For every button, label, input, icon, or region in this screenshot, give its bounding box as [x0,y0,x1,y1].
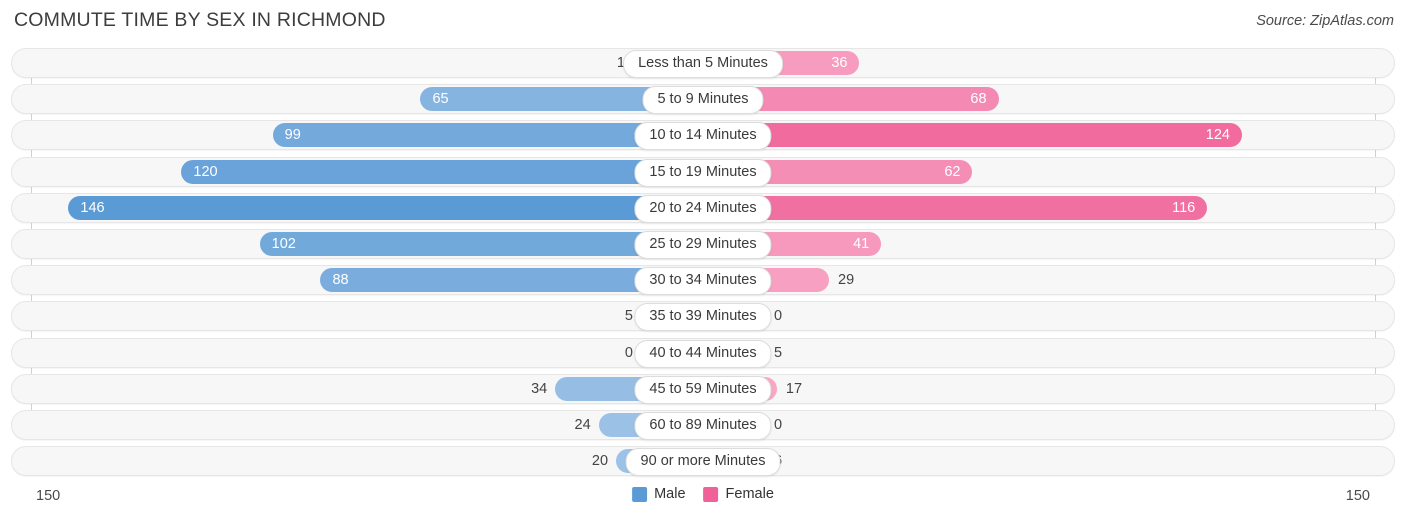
value-label-male: 24 [574,417,591,433]
category-label: 5 to 9 Minutes [642,86,764,115]
bar-female[interactable] [703,195,1208,220]
value-label-male: 102 [271,236,296,252]
value-label-male: 120 [193,163,218,180]
page-title: COMMUTE TIME BY SEX IN RICHMOND [14,9,386,31]
category-label: 90 or more Minutes [625,448,781,477]
value-label-female: 17 [785,380,803,397]
value-label-male: 65 [432,91,449,108]
bar-female[interactable] [703,123,1242,148]
chart-footer: 150 150 Male Female [0,484,1406,523]
value-label-female: 62 [944,163,961,180]
source-label: Source: ZipAtlas.com [1256,13,1394,29]
value-label-male: 20 [591,453,609,470]
legend-swatch-icon [632,486,648,502]
table-row: 5 0 35 to 39 Minutes [11,301,1395,332]
value-label-female: 116 [1172,199,1196,216]
value-label-female: 29 [838,272,855,289]
category-label: 35 to 39 Minutes [634,303,772,332]
category-label: 15 to 19 Minutes [634,158,772,187]
table-row: 146 116 20 to 24 Minutes [11,192,1395,223]
table-row: 99 124 10 to 14 Minutes [11,120,1395,151]
value-label-male: 0 [624,344,633,361]
category-label: 30 to 34 Minutes [634,267,772,296]
value-label-female: 0 [774,417,783,433]
legend-swatch-icon [703,486,719,502]
value-label-female: 36 [831,55,848,71]
plot-area: 1236Less than 5 Minutes65685 to 9 Minute… [0,48,1406,488]
category-label: 45 to 59 Minutes [634,375,772,404]
axis-tick-left: 150 [36,488,61,504]
category-label: 40 to 44 Minutes [634,339,772,368]
table-row: 88 29 30 to 34 Minutes [11,265,1395,296]
value-label-male: 88 [332,272,349,289]
table-row: 20690 or more Minutes [11,446,1395,477]
category-label: 20 to 24 Minutes [634,194,772,223]
chart-page: COMMUTE TIME BY SEX IN RICHMOND Source: … [0,0,1406,523]
bar-male[interactable] [181,159,703,184]
table-row: 1236Less than 5 Minutes [11,48,1395,78]
value-label-female: 41 [853,236,870,252]
legend-item[interactable]: Female [703,486,774,502]
legend-label: Male [654,486,686,502]
value-label-male: 99 [284,127,301,144]
axis-tick-right: 150 [1345,488,1370,504]
category-label: 10 to 14 Minutes [634,122,772,151]
legend: Male Female [632,486,774,502]
table-row: 65 68 5 to 9 Minutes [11,84,1395,115]
category-label: 25 to 29 Minutes [634,231,772,259]
table-row: 24 0 60 to 89 Minutes [11,410,1395,440]
legend-item[interactable]: Male [632,486,686,502]
value-label-male: 146 [80,199,105,216]
legend-label: Female [725,486,774,502]
value-label-male: 34 [531,380,548,397]
category-label: 60 to 89 Minutes [634,412,772,440]
table-row: 102 41 25 to 29 Minutes [11,229,1395,259]
table-row: 120 62 15 to 19 Minutes [11,156,1395,187]
value-label-female: 124 [1205,127,1230,144]
value-label-female: 5 [774,344,783,361]
value-label-female: 0 [774,308,783,325]
category-label: Less than 5 Minutes [623,50,783,78]
table-row: 34 17 45 to 59 Minutes [11,373,1395,404]
value-label-female: 68 [970,91,987,108]
value-label-male: 5 [624,308,633,325]
bar-male[interactable] [68,195,703,220]
table-row: 0 5 40 to 44 Minutes [11,337,1395,368]
